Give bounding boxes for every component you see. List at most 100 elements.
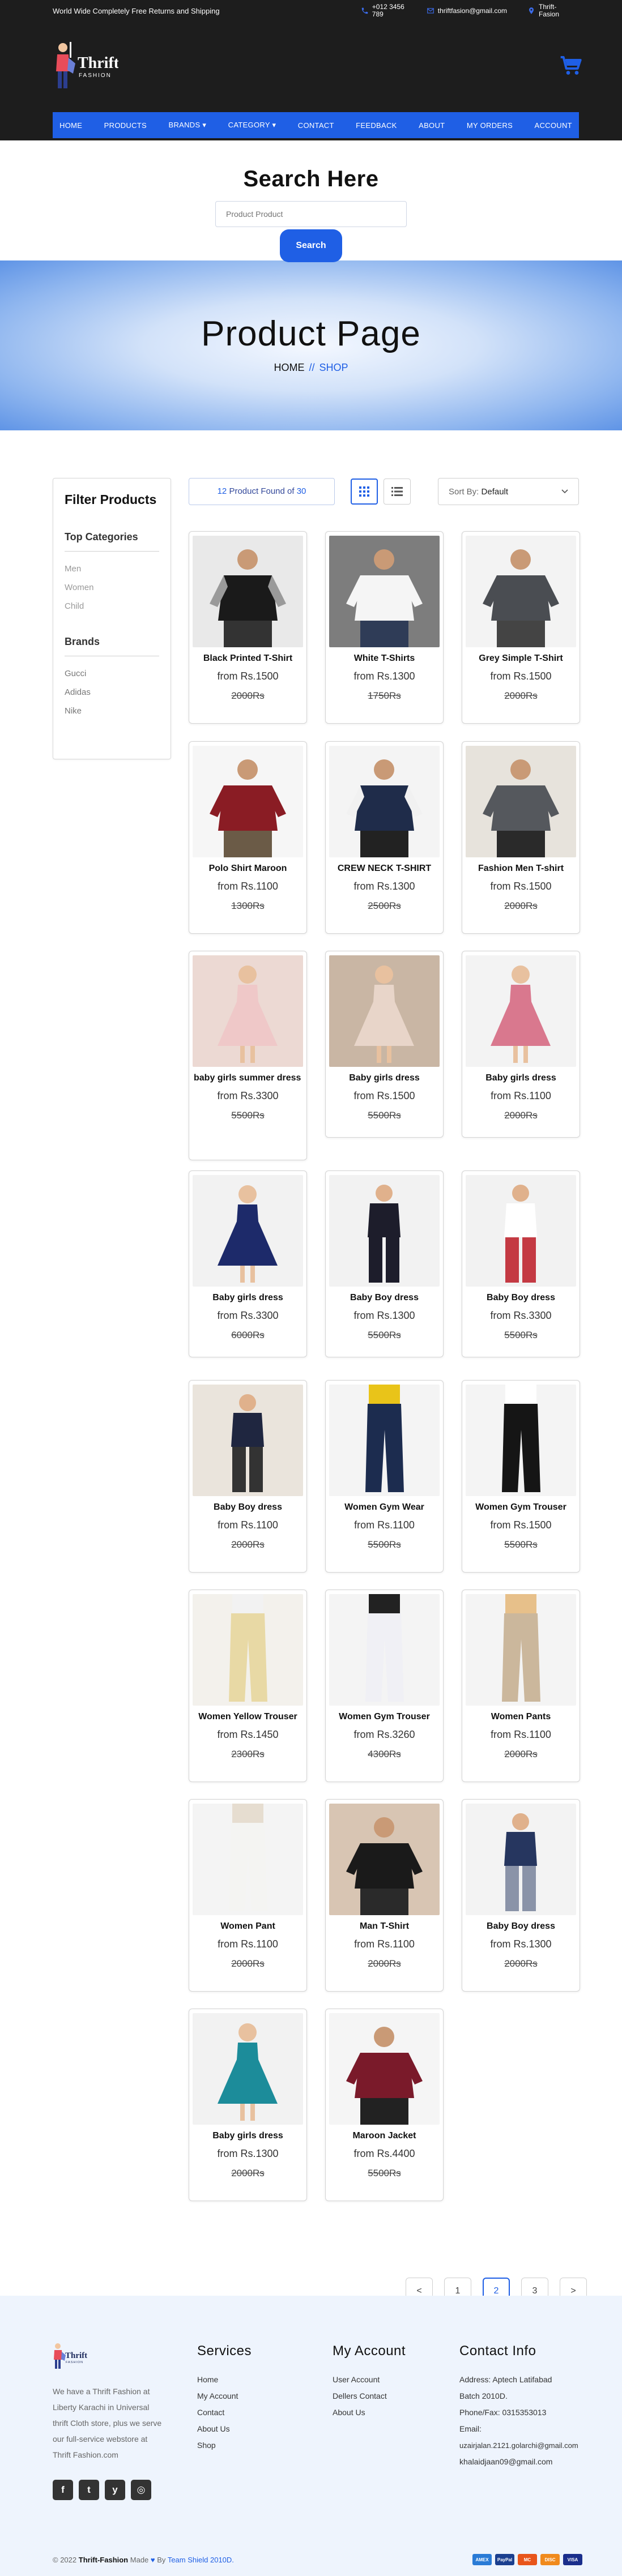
search-input[interactable] <box>215 201 407 227</box>
product-name[interactable]: Baby girls dress <box>326 1073 443 1083</box>
product-card[interactable]: Polo Shirt Maroon from Rs.1100 1300Rs <box>189 741 307 934</box>
product-card[interactable]: Women Gym Trouser from Rs.1500 5500Rs <box>462 1380 580 1573</box>
product-card[interactable]: Women Pant from Rs.1100 2000Rs <box>189 1799 307 1992</box>
product-card[interactable]: Women Yellow Trouser from Rs.1450 2300Rs <box>189 1590 307 1782</box>
product-card[interactable]: Baby girls dress from Rs.1300 2000Rs <box>189 2009 307 2201</box>
product-card[interactable]: Baby girls dress from Rs.1500 5500Rs <box>325 951 444 1138</box>
product-image[interactable] <box>466 746 576 857</box>
search-button[interactable]: Search <box>280 229 342 262</box>
product-name[interactable]: baby girls summer dress <box>189 1073 306 1083</box>
product-image[interactable] <box>193 1804 303 1915</box>
category-child[interactable]: Child <box>65 597 159 616</box>
breadcrumb-home[interactable]: HOME <box>274 362 304 373</box>
product-image[interactable] <box>193 1594 303 1706</box>
product-name[interactable]: Baby girls dress <box>189 1292 306 1303</box>
product-image[interactable] <box>329 955 440 1067</box>
footer-link-shop[interactable]: Shop <box>197 2437 252 2454</box>
product-card[interactable]: Women Pants from Rs.1100 2000Rs <box>462 1590 580 1782</box>
product-image[interactable] <box>466 955 576 1067</box>
contact-email-2[interactable]: khalaidjaan09@gmail.com <box>459 2454 590 2470</box>
site-logo[interactable]: Thrift FASHION <box>53 39 118 93</box>
product-image[interactable] <box>329 2013 440 2125</box>
nav-contact[interactable]: CONTACT <box>295 121 338 130</box>
product-card[interactable]: Fashion Men T-shirt from Rs.1500 2000Rs <box>462 741 580 934</box>
nav-about[interactable]: ABOUT <box>415 121 448 130</box>
product-name[interactable]: Women Pant <box>189 1921 306 1932</box>
nav-home[interactable]: HOME <box>56 121 86 130</box>
product-card[interactable]: Women Gym Wear from Rs.1100 5500Rs <box>325 1380 444 1573</box>
product-name[interactable]: Baby Boy dress <box>462 1921 580 1932</box>
product-image[interactable] <box>329 1175 440 1287</box>
nav-category[interactable]: CATEGORY ▾ <box>225 121 280 130</box>
copyright-brand[interactable]: Thrift-Fashion <box>79 2556 128 2564</box>
product-image[interactable] <box>329 1804 440 1915</box>
instagram-icon[interactable]: ◎ <box>131 2480 151 2500</box>
nav-products[interactable]: PRODUCTS <box>101 121 150 130</box>
product-name[interactable]: Maroon Jacket <box>326 2130 443 2141</box>
product-name[interactable]: Black Printed T-Shirt <box>189 653 306 664</box>
product-name[interactable]: Women Gym Trouser <box>326 1711 443 1722</box>
product-name[interactable]: White T-Shirts <box>326 653 443 664</box>
product-card[interactable]: Women Gym Trouser from Rs.3260 4300Rs <box>325 1590 444 1782</box>
nav-my-orders[interactable]: MY ORDERS <box>463 121 516 130</box>
product-name[interactable]: Man T-Shirt <box>326 1921 443 1932</box>
contact-email-1[interactable]: uzairjalan.2121.golarchi@gmail.com <box>459 2437 590 2454</box>
product-name[interactable]: Baby Boy dress <box>189 1502 306 1513</box>
nav-account[interactable]: ACCOUNT <box>531 121 576 130</box>
product-image[interactable] <box>329 1385 440 1496</box>
product-image[interactable] <box>466 1175 576 1287</box>
tumblr-icon[interactable]: t <box>79 2480 99 2500</box>
product-image[interactable] <box>466 1385 576 1496</box>
product-image[interactable] <box>193 536 303 647</box>
product-image[interactable] <box>466 536 576 647</box>
product-name[interactable]: Women Yellow Trouser <box>189 1711 306 1722</box>
product-image[interactable] <box>193 2013 303 2125</box>
product-image[interactable] <box>193 955 303 1067</box>
product-card[interactable]: Man T-Shirt from Rs.1100 2000Rs <box>325 1799 444 1992</box>
footer-link-my-account[interactable]: My Account <box>197 2388 252 2404</box>
twitter-icon[interactable]: y <box>105 2480 125 2500</box>
product-card[interactable]: CREW NECK T-SHIRT from Rs.1300 2500Rs <box>325 741 444 934</box>
product-card[interactable]: Baby Boy dress from Rs.1300 2000Rs <box>462 1799 580 1992</box>
footer-link-about-us[interactable]: About Us <box>333 2404 406 2421</box>
product-name[interactable]: Grey Simple T-Shirt <box>462 653 580 664</box>
footer-link-dealers-contact[interactable]: Dellers Contact <box>333 2388 406 2404</box>
product-name[interactable]: Baby girls dress <box>189 2130 306 2141</box>
product-image[interactable] <box>193 1385 303 1496</box>
product-name[interactable]: Baby Boy dress <box>326 1292 443 1303</box>
footer-link-user-account[interactable]: User Account <box>333 2372 406 2388</box>
cart-icon[interactable] <box>560 54 582 77</box>
store-contact[interactable]: Thrift-Fasion <box>527 3 569 18</box>
footer-link-about[interactable]: About Us <box>197 2421 252 2437</box>
product-image[interactable] <box>329 1594 440 1706</box>
product-name[interactable]: Women Gym Trouser <box>462 1502 580 1513</box>
brand-gucci[interactable]: Gucci <box>65 664 159 683</box>
product-card[interactable]: Baby Boy dress from Rs.1300 5500Rs <box>325 1170 444 1357</box>
facebook-icon[interactable]: f <box>53 2480 73 2500</box>
email-contact[interactable]: thriftfasion@gmail.com <box>427 7 507 15</box>
product-image[interactable] <box>329 536 440 647</box>
grid-view-button[interactable] <box>351 479 378 505</box>
product-image[interactable] <box>193 1175 303 1287</box>
product-name[interactable]: Women Gym Wear <box>326 1502 443 1513</box>
copyright-team[interactable]: Team Shield 2010D. <box>168 2556 234 2564</box>
product-card[interactable]: Grey Simple T-Shirt from Rs.1500 2000Rs <box>462 531 580 724</box>
product-name[interactable]: CREW NECK T-SHIRT <box>326 863 443 874</box>
product-card[interactable]: Baby girls dress from Rs.3300 6000Rs <box>189 1170 307 1357</box>
product-card[interactable]: Baby girls dress from Rs.1100 2000Rs <box>462 951 580 1138</box>
phone-contact[interactable]: +012 3456 789 <box>361 3 406 18</box>
product-card[interactable]: Baby Boy dress from Rs.1100 2000Rs <box>189 1380 307 1573</box>
footer-link-contact[interactable]: Contact <box>197 2404 252 2421</box>
sort-select[interactable]: Sort By: Default <box>438 478 579 505</box>
product-image[interactable] <box>329 746 440 857</box>
list-view-button[interactable] <box>384 479 411 505</box>
footer-logo[interactable]: Thrift FASHION <box>53 2341 88 2370</box>
product-name[interactable]: Baby girls dress <box>462 1073 580 1083</box>
product-image[interactable] <box>466 1594 576 1706</box>
product-card[interactable]: baby girls summer dress from Rs.3300 550… <box>189 951 307 1160</box>
product-name[interactable]: Baby Boy dress <box>462 1292 580 1303</box>
footer-link-home[interactable]: Home <box>197 2372 252 2388</box>
nav-brands[interactable]: BRANDS ▾ <box>165 121 210 130</box>
product-name[interactable]: Polo Shirt Maroon <box>189 863 306 874</box>
product-card[interactable]: Black Printed T-Shirt from Rs.1500 2000R… <box>189 531 307 724</box>
